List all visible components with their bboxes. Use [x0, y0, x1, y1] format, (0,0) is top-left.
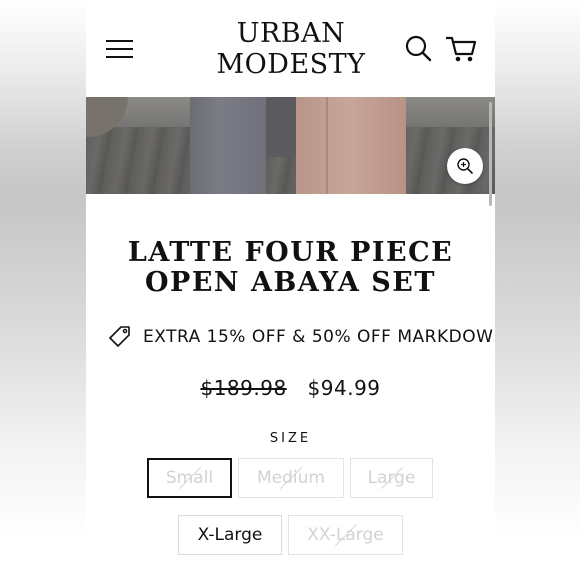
original-price: $189.98	[200, 376, 287, 400]
search-icon[interactable]	[404, 34, 434, 64]
size-option-label: X-Large	[197, 525, 263, 545]
size-label: SIZE	[269, 431, 312, 446]
zoom-button[interactable]	[447, 148, 483, 184]
size-option-label: Medium	[257, 468, 325, 488]
store-logo[interactable]: URBAN MODESTY	[196, 18, 386, 80]
zoom-icon	[457, 158, 473, 174]
scrollbar[interactable]	[489, 102, 492, 206]
product-image[interactable]	[86, 97, 495, 194]
menu-icon[interactable]	[106, 37, 134, 61]
logo-line-1: URBAN	[236, 18, 346, 49]
logo-line-2: MODESTY	[216, 49, 366, 80]
promo-text: EXTRA 15% OFF & 50% OFF MARKDOWN	[143, 327, 495, 347]
size-option-large[interactable]: Large	[350, 458, 433, 498]
gray-abaya	[190, 97, 266, 194]
size-option-label: Small	[165, 468, 214, 488]
site-header: URBAN MODESTY	[86, 0, 495, 97]
size-option-medium[interactable]: Medium	[238, 458, 344, 498]
size-option-label: Large	[367, 468, 416, 488]
size-option-x-large[interactable]: X-Large	[178, 515, 282, 555]
phone-screen: URBAN MODESTY LATTE FOUR PIECE OPEN ABAY…	[86, 0, 495, 580]
title-line-1: LATTE FOUR PIECE	[127, 237, 454, 268]
size-option-xx-large[interactable]: XX-Large	[288, 515, 403, 555]
size-option-small[interactable]: Small	[147, 458, 232, 498]
latte-abaya-seam	[326, 97, 328, 194]
product-title: LATTE FOUR PIECE OPEN ABAYA SET	[86, 238, 495, 298]
size-option-label: XX-Large	[307, 525, 384, 545]
latte-abaya	[296, 97, 406, 194]
title-line-2: OPEN ABAYA SET	[145, 267, 436, 298]
cart-icon[interactable]	[444, 34, 478, 64]
price-row: $189.98 $94.99	[86, 376, 495, 400]
sale-price: $94.99	[307, 376, 381, 400]
promo-banner: EXTRA 15% OFF & 50% OFF MARKDOWN	[108, 324, 495, 350]
tag-icon	[109, 326, 130, 347]
gray-abaya-edge	[266, 97, 296, 157]
